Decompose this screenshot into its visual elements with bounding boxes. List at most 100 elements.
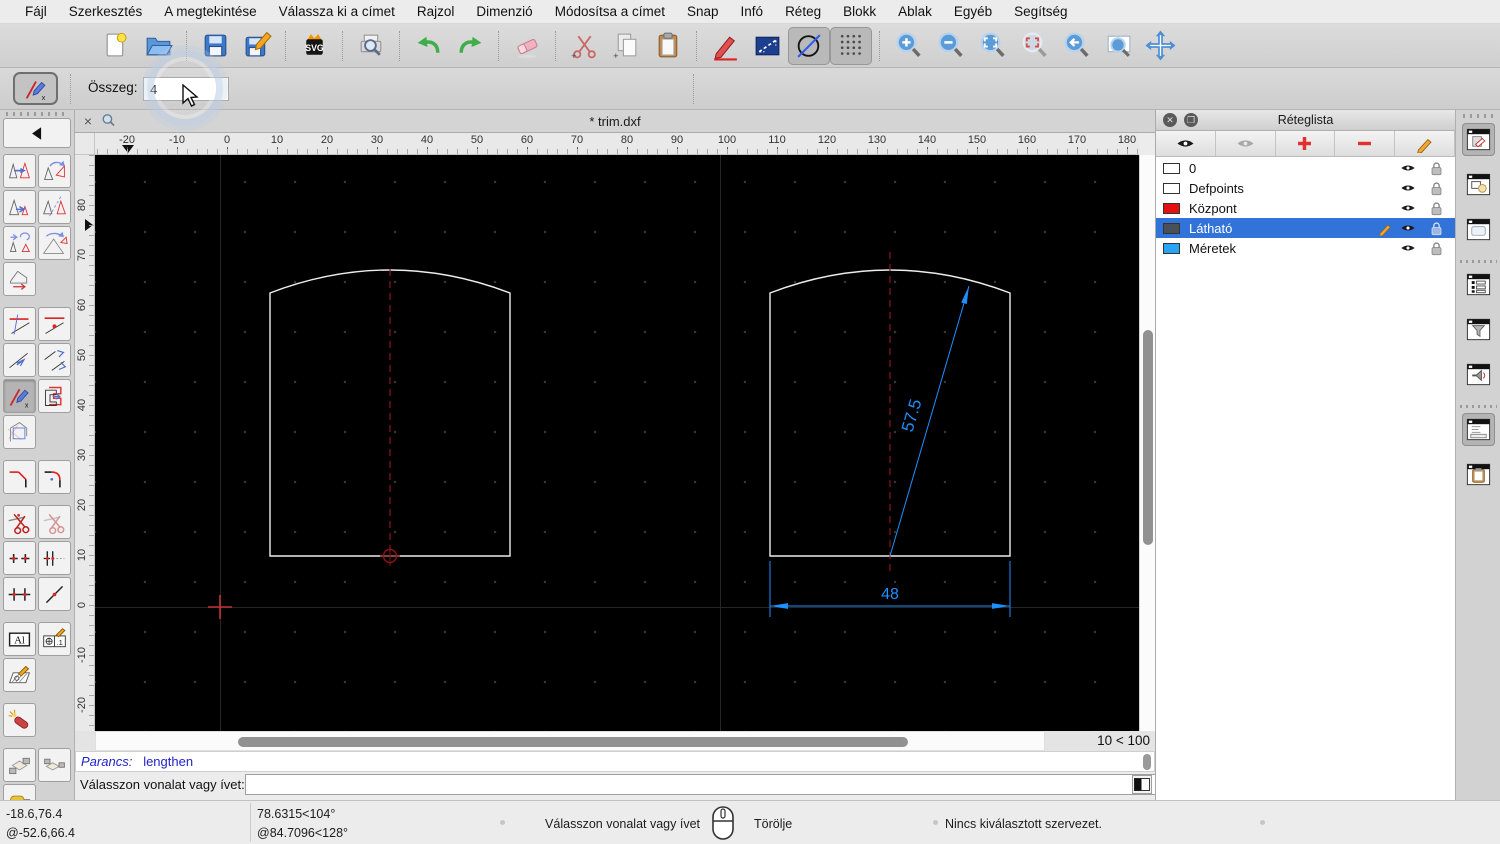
undo-button[interactable] (407, 27, 449, 65)
layer-color-swatch[interactable] (1163, 182, 1180, 194)
layer-row-defpoints[interactable]: Defpoints (1156, 178, 1455, 198)
hatch-edit-tool-button[interactable] (3, 658, 36, 692)
grid-button[interactable] (830, 26, 872, 65)
layer-lock-icon[interactable] (1430, 220, 1443, 239)
layer-color-swatch[interactable] (1163, 162, 1180, 174)
pen-button[interactable] (704, 27, 746, 65)
eraser-button[interactable] (506, 27, 548, 65)
scale-tool-button[interactable] (3, 190, 36, 224)
dock-list-toggle-button[interactable] (1462, 268, 1495, 301)
move-rotate-tool-button[interactable] (3, 226, 36, 260)
layer-color-swatch[interactable] (1163, 242, 1180, 254)
new-button[interactable] (95, 27, 137, 65)
dock-library-toggle-button[interactable] (1462, 213, 1495, 246)
edit-layer-button[interactable] (1395, 131, 1455, 156)
pan-button[interactable] (1139, 27, 1181, 65)
offset-tool-button[interactable] (38, 379, 71, 413)
layer-visibility-icon[interactable] (1399, 221, 1417, 238)
measure-button[interactable] (746, 27, 788, 65)
layer-visibility-icon[interactable] (1399, 161, 1417, 178)
open-button[interactable] (137, 27, 179, 65)
block-edit-tool-button[interactable] (3, 748, 36, 782)
menu-r-teg[interactable]: Réteg (774, 4, 832, 19)
revert-direction-tool-button[interactable] (3, 262, 36, 296)
zoom-window-button[interactable] (1097, 27, 1139, 65)
eye-none-button[interactable] (1216, 131, 1276, 156)
layer-visibility-icon[interactable] (1399, 181, 1417, 198)
history-scrollbar[interactable] (1143, 754, 1151, 770)
command-input[interactable] (245, 774, 1198, 795)
dock-filter-toggle-button[interactable] (1462, 313, 1495, 346)
fillet-tool-button[interactable] (38, 460, 71, 494)
explode-tool-button[interactable] (3, 703, 36, 737)
copy-button[interactable]: + (605, 27, 647, 65)
zoom-previous-button[interactable] (1055, 27, 1097, 65)
break-point-tool-button[interactable] (38, 577, 71, 611)
amount-input[interactable] (143, 77, 229, 101)
menu-szerkeszt-s[interactable]: Szerkesztés (58, 4, 154, 19)
layer-row-k-zpont[interactable]: Központ (1156, 198, 1455, 218)
zoom-auto-button[interactable] (971, 27, 1013, 65)
layer-color-swatch[interactable] (1163, 222, 1180, 234)
menu-f-jl[interactable]: Fájl (14, 4, 58, 19)
layer-row-l-that-[interactable]: Látható (1156, 218, 1455, 238)
dock-command-toggle-button[interactable] (1462, 413, 1495, 446)
stretch-two-tool-button[interactable] (38, 541, 71, 575)
divide-tool-button[interactable] (3, 505, 36, 539)
menu-m-dos-tsa-a-c-met[interactable]: Módosítsa a címet (544, 4, 676, 19)
block-copy-tool-button[interactable] (38, 748, 71, 782)
stretch-tool-button[interactable] (3, 541, 36, 575)
menu-rajzol[interactable]: Rajzol (406, 4, 466, 19)
scrollbar-thumb[interactable] (1143, 330, 1153, 545)
bevel-detail-tool-button[interactable] (3, 415, 36, 449)
layer-lock-icon[interactable] (1430, 180, 1443, 199)
dim-edit-tool-button[interactable]: .1 (38, 622, 71, 656)
zoom-out-button[interactable] (929, 27, 971, 65)
layer-row-0[interactable]: 0 (1156, 158, 1455, 178)
command-keyboard-button[interactable] (1132, 775, 1152, 794)
dock-blocks-toggle-button[interactable] (1462, 168, 1495, 201)
trim-two-tool-button[interactable] (38, 307, 71, 341)
save-as-button[interactable] (236, 27, 278, 65)
dock-drag-handle[interactable] (1463, 114, 1495, 118)
dock-sound-toggle-button[interactable] (1462, 358, 1495, 391)
rotate-tool-button[interactable] (38, 154, 71, 188)
draft-mode-button[interactable] (788, 26, 830, 65)
remove-layer-button[interactable] (1335, 131, 1396, 156)
redo-button[interactable] (449, 27, 491, 65)
save-button[interactable] (194, 27, 236, 65)
eye-all-button[interactable] (1156, 131, 1216, 156)
menu-inf-[interactable]: Infó (730, 4, 775, 19)
stretch-three-tool-button[interactable] (3, 577, 36, 611)
layer-row-m-retek[interactable]: Méretek (1156, 238, 1455, 258)
print-preview-button[interactable] (350, 27, 392, 65)
menu-ablak[interactable]: Ablak (887, 4, 943, 19)
add-layer-button[interactable] (1276, 131, 1336, 156)
layer-color-swatch[interactable] (1163, 202, 1180, 214)
drawing-canvas[interactable]: 57.5 48 (95, 155, 1139, 731)
canvas-vertical-scrollbar[interactable] (1139, 155, 1155, 731)
divide-frozen-tool-button[interactable] (38, 505, 71, 539)
zoom-select-button[interactable] (1013, 27, 1055, 65)
layer-lock-icon[interactable] (1430, 200, 1443, 219)
menu-dimenzi-[interactable]: Dimenzió (465, 4, 543, 19)
layer-edit-icon[interactable] (1378, 221, 1393, 239)
text-edit-tool-button[interactable]: Al (3, 622, 36, 656)
dock-clipboard-toggle-button[interactable] (1462, 458, 1495, 491)
palette-drag-handle[interactable] (6, 112, 66, 116)
dock-layers-toggle-button[interactable] (1462, 123, 1495, 156)
menu-v-lassza-ki-a-c-met[interactable]: Válassza ki a címet (268, 4, 406, 19)
svg-export-button[interactable]: SVG (293, 27, 335, 65)
bevel-tool-button[interactable] (3, 460, 36, 494)
mirror-tool-button[interactable] (38, 190, 71, 224)
layer-lock-icon[interactable] (1430, 160, 1443, 179)
scrollbar-thumb[interactable] (238, 737, 908, 747)
menu-seg-ts-g[interactable]: Segítség (1003, 4, 1078, 19)
zoom-in-button[interactable] (887, 27, 929, 65)
palette-back-button[interactable] (3, 118, 71, 148)
menu-a-megtekint-se[interactable]: A megtekintése (153, 4, 267, 19)
menu-blokk[interactable]: Blokk (832, 4, 887, 19)
rotate-two-tool-button[interactable] (38, 226, 71, 260)
layer-lock-icon[interactable] (1430, 240, 1443, 259)
move-tool-button[interactable] (3, 154, 36, 188)
